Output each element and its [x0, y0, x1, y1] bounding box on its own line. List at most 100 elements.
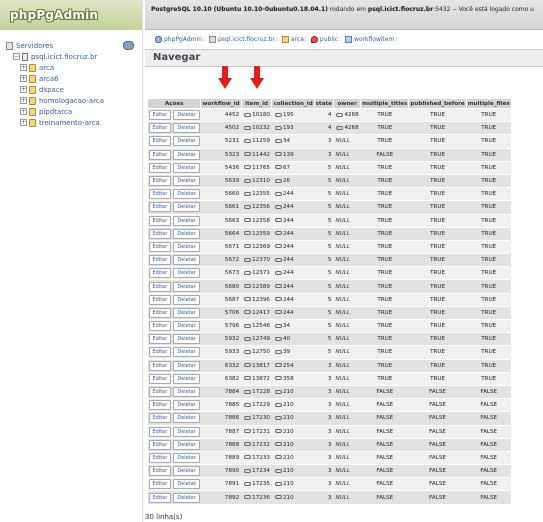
delete-button[interactable]: Deletar [173, 321, 200, 332]
delete-button[interactable]: Deletar [173, 123, 200, 134]
column-header[interactable]: collection_id [271, 98, 315, 109]
foreign-key-icon[interactable] [274, 429, 282, 434]
foreign-key-icon[interactable] [274, 402, 282, 407]
foreign-key-icon[interactable] [244, 138, 252, 143]
edit-button[interactable]: Editar [148, 215, 172, 226]
foreign-key-icon[interactable] [244, 481, 252, 486]
breadcrumb-item-table[interactable]: workflowitem [354, 36, 394, 43]
foreign-key-icon[interactable] [274, 231, 282, 236]
foreign-key-icon[interactable] [274, 178, 282, 183]
tree-database[interactable]: + arca6 [6, 73, 138, 84]
foreign-key-icon[interactable] [244, 112, 252, 117]
edit-button[interactable]: Editar [148, 492, 172, 503]
foreign-key-icon[interactable] [274, 442, 282, 447]
foreign-key-icon[interactable] [274, 125, 282, 130]
foreign-key-icon[interactable] [244, 257, 252, 262]
delete-button[interactable]: Deletar [173, 228, 200, 239]
delete-button[interactable]: Deletar [173, 400, 200, 411]
delete-button[interactable]: Deletar [173, 202, 200, 213]
column-header[interactable]: published_before [408, 98, 467, 109]
tree-database[interactable]: + homologacao-arca [6, 95, 138, 106]
delete-button[interactable]: Deletar [173, 162, 200, 173]
foreign-key-icon[interactable] [274, 389, 282, 394]
foreign-key-icon[interactable] [274, 112, 282, 117]
foreign-key-icon[interactable] [244, 363, 252, 368]
foreign-key-icon[interactable] [274, 495, 282, 500]
edit-button[interactable]: Editar [148, 162, 172, 173]
delete-button[interactable]: Deletar [173, 492, 200, 503]
delete-button[interactable]: Deletar [173, 452, 200, 463]
foreign-key-icon[interactable] [244, 270, 252, 275]
foreign-key-icon[interactable] [274, 310, 282, 315]
column-header[interactable]: owner [332, 98, 362, 109]
foreign-key-icon[interactable] [244, 231, 252, 236]
foreign-key-icon[interactable] [274, 152, 282, 157]
edit-button[interactable]: Editar [148, 452, 172, 463]
delete-button[interactable]: Deletar [173, 255, 200, 266]
delete-button[interactable]: Deletar [173, 189, 200, 200]
edit-button[interactable]: Editar [148, 294, 172, 305]
foreign-key-icon[interactable] [274, 191, 282, 196]
foreign-key-icon[interactable] [274, 257, 282, 262]
edit-button[interactable]: Editar [148, 347, 172, 358]
foreign-key-icon[interactable] [336, 125, 344, 130]
breadcrumb-item-schema[interactable]: public [320, 36, 338, 43]
edit-button[interactable]: Editar [148, 268, 172, 279]
foreign-key-icon[interactable] [244, 310, 252, 315]
foreign-key-icon[interactable] [274, 165, 282, 170]
edit-button[interactable]: Editar [148, 373, 172, 384]
tree-database[interactable]: + pipdtarca [6, 106, 138, 117]
foreign-key-icon[interactable] [274, 455, 282, 460]
tree-database[interactable]: + treinamento-arca [6, 117, 138, 128]
foreign-key-icon[interactable] [244, 415, 252, 420]
edit-button[interactable]: Editar [148, 189, 172, 200]
app-logo[interactable]: phpPgAdmin [0, 0, 142, 30]
expand-icon[interactable]: + [20, 97, 27, 104]
foreign-key-icon[interactable] [274, 336, 282, 341]
column-header[interactable]: item_id [240, 98, 273, 109]
edit-button[interactable]: Editar [148, 228, 172, 239]
edit-button[interactable]: Editar [148, 439, 172, 450]
tree-server[interactable]: − psql.icict.fiocruz.br [6, 51, 138, 62]
delete-button[interactable]: Deletar [173, 136, 200, 147]
delete-button[interactable]: Deletar [173, 268, 200, 279]
delete-button[interactable]: Deletar [173, 149, 200, 160]
foreign-key-icon[interactable] [274, 468, 282, 473]
column-header[interactable]: multiple_files [465, 98, 512, 109]
edit-button[interactable]: Editar [148, 413, 172, 424]
edit-button[interactable]: Editar [148, 321, 172, 332]
delete-button[interactable]: Deletar [173, 347, 200, 358]
foreign-key-icon[interactable] [244, 297, 252, 302]
edit-button[interactable]: Editar [148, 479, 172, 490]
foreign-key-icon[interactable] [274, 284, 282, 289]
delete-button[interactable]: Deletar [173, 479, 200, 490]
delete-button[interactable]: Deletar [173, 176, 200, 187]
foreign-key-icon[interactable] [244, 336, 252, 341]
edit-button[interactable]: Editar [148, 334, 172, 345]
foreign-key-icon[interactable] [244, 495, 252, 500]
delete-button[interactable]: Deletar [173, 373, 200, 384]
tree-servers[interactable]: Servidores [6, 40, 138, 51]
edit-button[interactable]: Editar [148, 255, 172, 266]
foreign-key-icon[interactable] [244, 455, 252, 460]
foreign-key-icon[interactable] [244, 323, 252, 328]
expand-icon[interactable]: + [20, 75, 27, 82]
foreign-key-icon[interactable] [274, 323, 282, 328]
edit-button[interactable]: Editar [148, 281, 172, 292]
delete-button[interactable]: Deletar [173, 307, 200, 318]
edit-button[interactable]: Editar [148, 426, 172, 437]
delete-button[interactable]: Deletar [173, 215, 200, 226]
edit-button[interactable]: Editar [148, 136, 172, 147]
foreign-key-icon[interactable] [244, 468, 252, 473]
foreign-key-icon[interactable] [244, 402, 252, 407]
column-header[interactable]: state [313, 98, 334, 109]
edit-button[interactable]: Editar [148, 176, 172, 187]
edit-button[interactable]: Editar [148, 387, 172, 398]
foreign-key-icon[interactable] [274, 481, 282, 486]
delete-button[interactable]: Deletar [173, 281, 200, 292]
breadcrumb-item-phppgadmin[interactable]: phpPgAdmin [164, 36, 202, 43]
delete-button[interactable]: Deletar [173, 334, 200, 345]
foreign-key-icon[interactable] [274, 244, 282, 249]
delete-button[interactable]: Deletar [173, 466, 200, 477]
foreign-key-icon[interactable] [274, 204, 282, 209]
